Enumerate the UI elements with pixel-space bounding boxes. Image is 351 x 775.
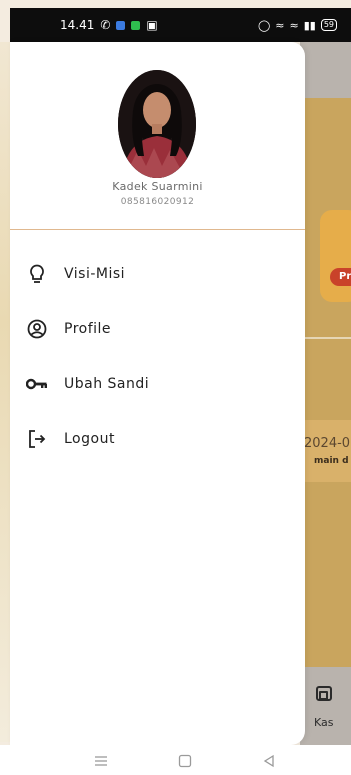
signal-icon: ▮▮ — [303, 18, 316, 32]
drawer-divider — [10, 229, 305, 230]
vibrate-icon: ≈ — [275, 18, 285, 32]
background-date-text: 2024-0 — [304, 436, 351, 451]
avatar[interactable] — [118, 70, 196, 178]
account-circle-icon — [26, 318, 48, 340]
app-notification-icon-2 — [131, 20, 141, 30]
key-icon — [26, 373, 48, 395]
background-divider — [300, 337, 351, 339]
user-name: Kadek Suarmini — [112, 180, 203, 193]
back-icon[interactable] — [262, 753, 276, 772]
menu-item-profile[interactable]: Profile — [10, 301, 305, 356]
system-nav-bar — [0, 745, 351, 775]
background-date-card — [300, 420, 351, 482]
app-notification-icon — [116, 20, 126, 30]
menu-label: Visi-Misi — [64, 265, 126, 282]
status-time: 14.41 — [60, 18, 95, 32]
background-app-bar — [300, 42, 351, 98]
menu-label: Ubah Sandi — [64, 375, 150, 392]
background-content — [300, 98, 351, 668]
menu-item-logout[interactable]: Logout — [10, 411, 305, 466]
user-phone: 085816020912 — [120, 197, 195, 207]
drawer-menu: Visi-Misi Profile Ubah Sandi Logout — [10, 246, 305, 466]
lightbulb-icon — [26, 263, 48, 285]
menu-label: Profile — [64, 320, 112, 337]
home-icon[interactable] — [178, 753, 192, 772]
wallet-icon — [316, 686, 332, 701]
background-card-pill: Pr — [330, 268, 351, 286]
background-edge — [0, 42, 10, 742]
alarm-icon: ◯ — [257, 18, 271, 32]
background-bottom-nav — [300, 667, 351, 745]
whatsapp-icon: ✆ — [100, 18, 111, 32]
logout-icon — [26, 428, 48, 450]
menu-label: Logout — [64, 430, 115, 447]
background-card — [320, 210, 351, 302]
menu-item-visi-misi[interactable]: Visi-Misi — [10, 246, 305, 301]
navigation-drawer[interactable]: Kadek Suarmini 085816020912 Visi-Misi Pr… — [10, 42, 305, 745]
wifi-icon: ≈ — [289, 18, 299, 32]
bottom-nav-label-kas: Kas — [314, 716, 334, 729]
status-bar: 14.41 ✆ ▣ ◯ ≈ ≈ ▮▮ 59 — [10, 8, 351, 42]
gallery-icon: ▣ — [146, 18, 158, 32]
battery-icon: 59 — [320, 19, 337, 31]
background-date-subtext: main d — [314, 456, 349, 466]
menu-item-ubah-sandi[interactable]: Ubah Sandi — [10, 356, 305, 411]
menu-icon[interactable] — [94, 753, 108, 772]
